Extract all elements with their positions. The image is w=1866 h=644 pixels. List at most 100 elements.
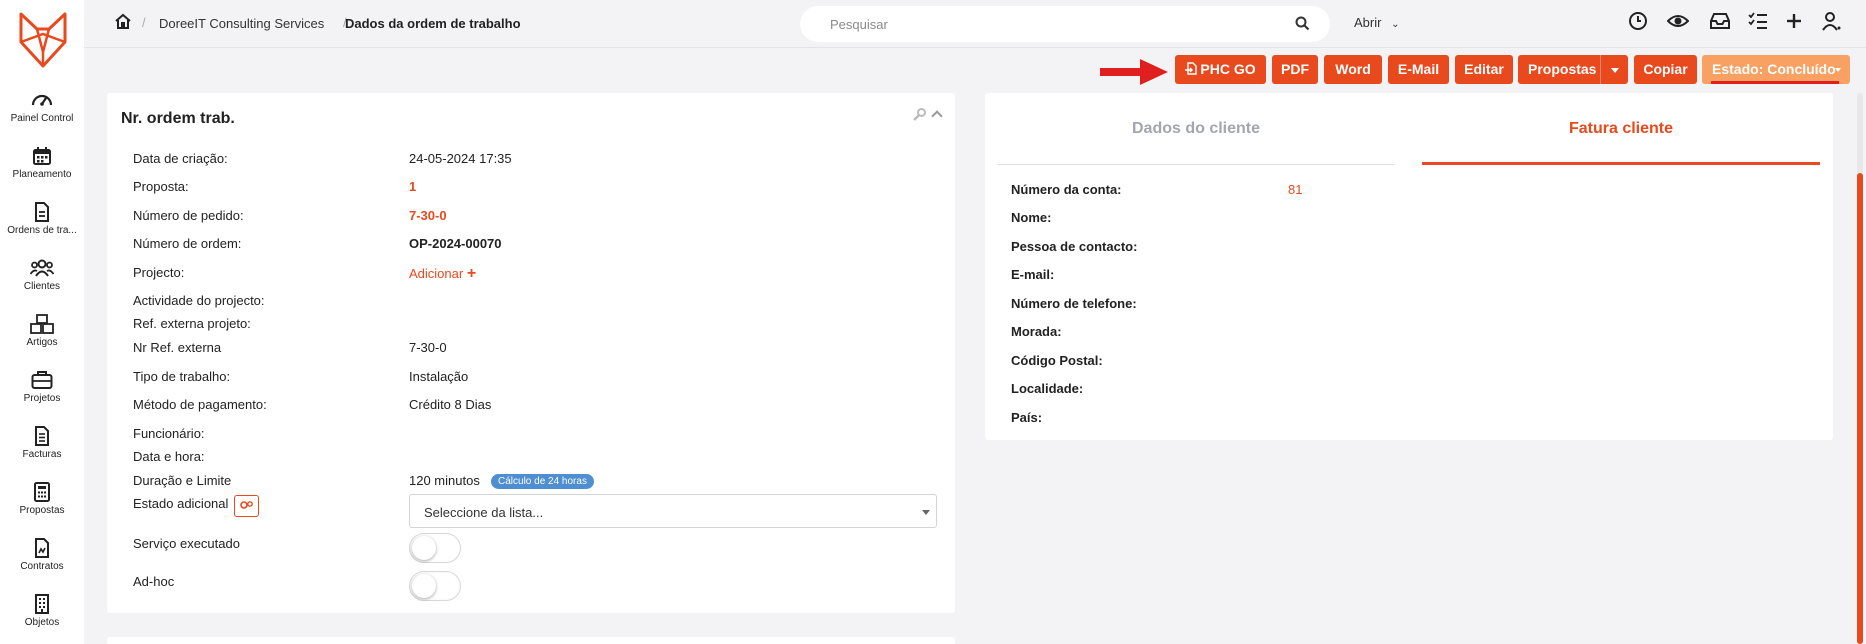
secondary-card [107, 637, 955, 644]
building-icon [35, 594, 49, 614]
proposals-button-label[interactable]: Propostas [1528, 55, 1596, 84]
field-label: Morada: [1011, 324, 1062, 339]
sidebar-item-artigos[interactable]: Artigos [0, 314, 84, 348]
field-label: Código Postal: [1011, 353, 1103, 368]
sidebar-item-contratos[interactable]: Contratos [0, 538, 84, 572]
field-label: Proposta: [133, 179, 189, 194]
users-icon [30, 259, 54, 277]
inbox-icon[interactable] [1709, 11, 1731, 31]
sidebar-item-projetos[interactable]: Projetos [0, 370, 84, 404]
contract-icon [35, 538, 49, 558]
order-number-value: OP-2024-00070 [409, 236, 502, 251]
top-bar: / DoreeIT Consulting Services / Dados da… [84, 0, 1866, 48]
pdf-button[interactable]: PDF [1272, 55, 1318, 84]
work-order-card: Nr. ordem trab. Data de criação: 24-05-2… [107, 93, 955, 613]
word-button[interactable]: Word [1324, 55, 1382, 84]
proposal-link[interactable]: 1 [409, 179, 416, 194]
creation-date-value: 24-05-2024 17:35 [409, 151, 512, 166]
sidebar-item-label: Objetos [24, 617, 60, 628]
state-label: Estado: Concluído [1712, 61, 1836, 77]
search-icon[interactable] [1295, 16, 1310, 31]
add-project-link[interactable]: Adicionar + [409, 265, 476, 283]
proposals-split-button[interactable]: Propostas [1518, 55, 1628, 84]
sidebar-item-objetos[interactable]: Objetos [0, 594, 84, 628]
wrench-icon[interactable] [912, 108, 926, 122]
settings-badge-icon[interactable] [234, 495, 259, 517]
breadcrumb-separator: / [142, 15, 146, 30]
sidebar-item-clientes[interactable]: Clientes [0, 258, 84, 292]
field-label: Ad-hoc [133, 574, 175, 589]
tab-client-invoice[interactable]: Fatura cliente [1422, 93, 1820, 165]
checklist-icon[interactable] [1748, 11, 1768, 31]
chevron-down-icon: ⌄ [1391, 19, 1400, 30]
sidebar-item-label: Planeamento [12, 169, 72, 180]
ad-hoc-toggle[interactable] [409, 571, 461, 601]
home-icon[interactable] [114, 13, 132, 29]
external-ref-value: 7-30-0 [409, 340, 447, 355]
proposals-dropdown-toggle[interactable] [1600, 55, 1628, 84]
plus-icon: + [466, 265, 477, 282]
sidebar-item-label: Clientes [23, 281, 61, 292]
field-label: Número de pedido: [133, 208, 244, 223]
chevron-up-icon[interactable] [931, 110, 943, 122]
search-input[interactable]: Pesquisar [830, 17, 888, 32]
field-label: Nr Ref. externa [133, 340, 222, 355]
open-menu-dropdown[interactable]: Abrir ⌄ [1354, 15, 1399, 30]
field-label: Data e hora: [133, 449, 205, 464]
sidebar-item-ordens[interactable]: Ordens de tra... [0, 202, 84, 236]
toggle-knob [412, 536, 436, 560]
eye-icon[interactable] [1667, 11, 1689, 31]
caret-down-icon [1835, 68, 1841, 72]
invoice-icon [35, 426, 49, 446]
edit-button[interactable]: Editar [1455, 55, 1513, 84]
sidebar-item-facturas[interactable]: Facturas [0, 426, 84, 460]
calculator-icon [34, 482, 50, 502]
duration-badge: Cálculo de 24 horas [491, 474, 594, 489]
sidebar-item-painel-control[interactable]: Painel Control [0, 90, 84, 124]
toggle-knob [412, 574, 436, 598]
state-dropdown-button[interactable]: Estado: Concluído [1702, 55, 1850, 84]
sidebar-item-label: Artigos [26, 337, 58, 348]
sidebar-item-label: Painel Control [10, 113, 74, 124]
field-label: Nome: [1011, 210, 1052, 225]
state-underline [1711, 81, 1839, 84]
order-request-link[interactable]: 7-30-0 [409, 208, 447, 223]
card-title: Nr. ordem trab. [121, 110, 235, 127]
fox-logo-icon[interactable] [18, 12, 68, 68]
field-label: Método de pagamento: [133, 397, 267, 412]
field-label: Número de ordem: [133, 236, 242, 251]
export-file-icon [1185, 62, 1198, 75]
copy-button[interactable]: Copiar [1634, 55, 1697, 84]
briefcase-icon [31, 371, 53, 389]
arrow-right-icon [1100, 59, 1168, 85]
clock-icon[interactable] [1628, 11, 1648, 31]
phc-go-label: PHC GO [1200, 61, 1256, 77]
sidebar-item-propostas[interactable]: Propostas [0, 482, 84, 516]
field-label: Pessoa de contacto: [1011, 239, 1138, 254]
tab-client-data[interactable]: Dados do cliente [997, 93, 1395, 165]
caret-down-icon [922, 510, 930, 515]
scrollbar-thumb[interactable] [1857, 173, 1863, 644]
scrollbar-track[interactable] [1857, 93, 1863, 644]
field-label: Número de telefone: [1011, 296, 1137, 311]
boxes-icon [30, 314, 54, 334]
breadcrumb-company[interactable]: DoreeIT Consulting Services [159, 16, 324, 31]
sidebar-item-label: Ordens de tra... [7, 225, 77, 236]
field-label: E-mail: [1011, 267, 1055, 282]
user-icon[interactable] [1822, 11, 1842, 31]
work-type-value: Instalação [409, 369, 469, 384]
sidebar: Painel Control Planeamento Ordens de tra… [0, 0, 84, 644]
phc-go-button[interactable]: PHC GO [1175, 55, 1266, 84]
field-label: Projecto: [133, 265, 185, 280]
field-label: Número da conta: [1011, 182, 1122, 197]
additional-state-select[interactable]: Seleccione da lista... [409, 494, 937, 528]
account-number-link[interactable]: 81 [1288, 182, 1302, 197]
field-label: Tipo de trabalho: [133, 369, 231, 384]
sidebar-item-label: Contratos [20, 561, 64, 572]
search-bar[interactable]: Pesquisar [800, 6, 1330, 42]
email-button[interactable]: E-Mail [1388, 55, 1449, 84]
plus-icon[interactable] [1784, 11, 1804, 31]
sidebar-item-planeamento[interactable]: Planeamento [0, 146, 84, 180]
service-executed-toggle[interactable] [409, 533, 461, 563]
field-label: Duração e Limite [133, 473, 232, 488]
